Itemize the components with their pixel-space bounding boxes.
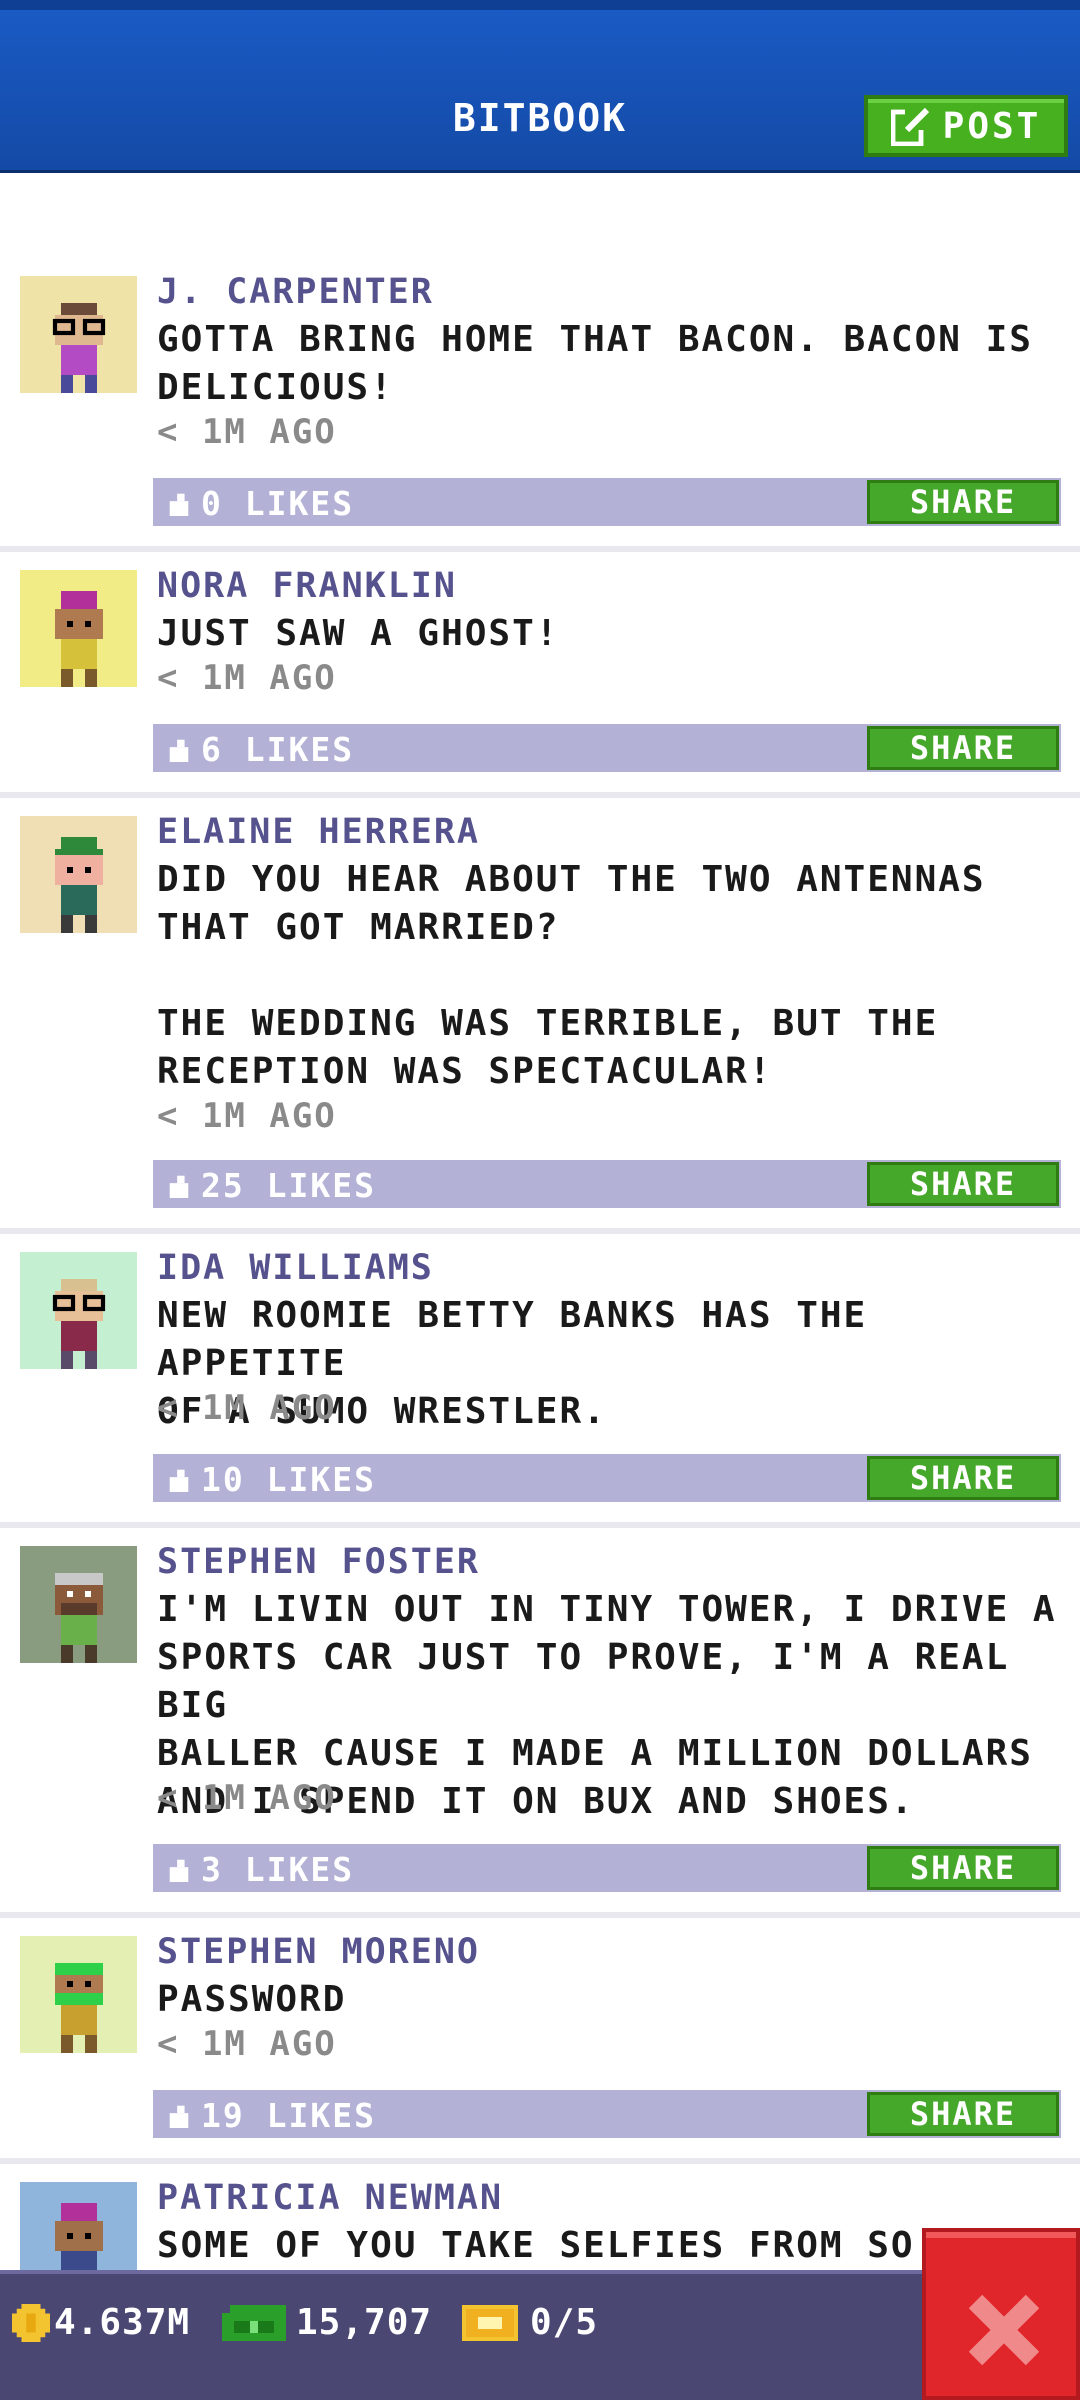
feed-post: PATRICIA NEWMAN SOME OF YOU TAKE SELFIES… — [0, 2164, 1080, 2270]
header-bar: BITBOOK POST — [0, 0, 1080, 173]
edit-icon — [890, 106, 929, 146]
avatar[interactable] — [20, 276, 137, 393]
share-button[interactable]: SHARE — [867, 726, 1059, 770]
post-author[interactable]: NORA FRANKLIN — [157, 566, 457, 606]
post-message: GOTTA BRING HOME THAT BACON. BACON IS DE… — [157, 319, 1033, 408]
coins-stat: 4.637M — [12, 2302, 190, 2343]
post-time: < 1M AGO — [157, 1096, 337, 1136]
avatar[interactable] — [20, 1252, 137, 1369]
post-time: < 1M AGO — [157, 658, 337, 698]
post-author[interactable]: J. CARPENTER — [157, 272, 434, 312]
avatar[interactable] — [20, 1546, 137, 1663]
likes-count: 19 LIKES — [201, 2096, 376, 2135]
post-time: < 1M AGO — [157, 1778, 337, 1818]
likes-bar: 3 LIKES SHARE — [153, 1844, 1061, 1892]
bux-value: 15,707 — [296, 2302, 433, 2343]
share-button[interactable]: SHARE — [867, 2092, 1059, 2136]
post-message: PASSWORD — [157, 1979, 347, 2020]
likes-bar: 25 LIKES SHARE — [153, 1160, 1061, 1208]
post-author[interactable]: ELAINE HERRERA — [157, 812, 480, 852]
likes-bar: 0 LIKES SHARE — [153, 478, 1061, 526]
feed-post: ELAINE HERRERA DID YOU HEAR ABOUT THE TW… — [0, 798, 1080, 1234]
share-button[interactable]: SHARE — [867, 1162, 1059, 1206]
feed-post: IDA WILLIAMS NEW ROOMIE BETTY BANKS HAS … — [0, 1234, 1080, 1528]
likes-count: 10 LIKES — [201, 1460, 376, 1499]
share-button[interactable]: SHARE — [867, 480, 1059, 524]
tickets-value: 0/5 — [530, 2302, 599, 2343]
post-time: < 1M AGO — [157, 1388, 337, 1428]
post-author[interactable]: STEPHEN FOSTER — [157, 1542, 480, 1582]
likes-count: 0 LIKES — [201, 484, 355, 523]
post-time: < 1M AGO — [157, 2024, 337, 2064]
post-time: < 1M AGO — [157, 412, 337, 452]
post-button-label: POST — [942, 105, 1042, 147]
post-feed[interactable]: J. CARPENTER GOTTA BRING HOME THAT BACON… — [0, 170, 1080, 2270]
post-button[interactable]: POST — [864, 95, 1068, 157]
bux-icon — [222, 2304, 286, 2341]
like-icon[interactable] — [165, 490, 193, 516]
like-icon[interactable] — [165, 736, 193, 762]
likes-bar: 6 LIKES SHARE — [153, 724, 1061, 772]
ticket-icon — [462, 2304, 518, 2341]
avatar[interactable] — [20, 2182, 137, 2270]
like-icon[interactable] — [165, 1172, 193, 1198]
like-icon[interactable] — [165, 2102, 193, 2128]
coins-value: 4.637M — [54, 2302, 191, 2343]
like-icon[interactable] — [165, 1856, 193, 1882]
share-button[interactable]: SHARE — [867, 1456, 1059, 1500]
likes-count: 25 LIKES — [201, 1166, 376, 1205]
resource-bar: 4.637M 15,707 0/5 — [0, 2270, 1080, 2400]
like-icon[interactable] — [165, 1466, 193, 1492]
feed-post: STEPHEN MORENO PASSWORD < 1M AGO 19 LIKE… — [0, 1918, 1080, 2164]
coin-icon — [12, 2303, 50, 2342]
tickets-stat: 0/5 — [462, 2302, 598, 2343]
likes-bar: 19 LIKES SHARE — [153, 2090, 1061, 2138]
avatar[interactable] — [20, 1936, 137, 2053]
post-message: DID YOU HEAR ABOUT THE TWO ANTENNAS THAT… — [157, 859, 986, 1092]
feed-post: STEPHEN FOSTER I'M LIVIN OUT IN TINY TOW… — [0, 1528, 1080, 1918]
bux-stat: 15,707 — [222, 2302, 432, 2343]
post-author[interactable]: PATRICIA NEWMAN — [157, 2178, 503, 2218]
avatar[interactable] — [20, 570, 137, 687]
post-message: JUST SAW A GHOST! — [157, 613, 560, 654]
feed-post: J. CARPENTER GOTTA BRING HOME THAT BACON… — [0, 170, 1080, 552]
likes-count: 6 LIKES — [201, 730, 355, 769]
likes-count: 3 LIKES — [201, 1850, 355, 1889]
share-button[interactable]: SHARE — [867, 1846, 1059, 1890]
feed-post: NORA FRANKLIN JUST SAW A GHOST! < 1M AGO… — [0, 552, 1080, 798]
close-icon — [968, 2294, 1040, 2366]
post-author[interactable]: IDA WILLIAMS — [157, 1248, 434, 1288]
post-author[interactable]: STEPHEN MORENO — [157, 1932, 480, 1972]
avatar[interactable] — [20, 816, 137, 933]
close-button[interactable] — [922, 2228, 1080, 2400]
likes-bar: 10 LIKES SHARE — [153, 1454, 1061, 1502]
